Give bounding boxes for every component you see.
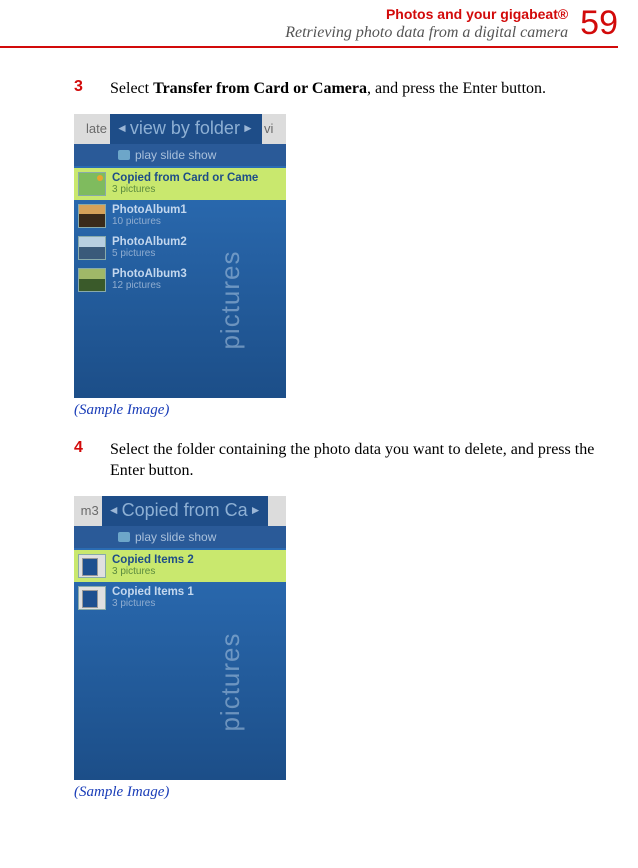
folder-title: Copied Items 2 <box>112 554 194 566</box>
ss1-body: Copied from Card or Came 3 pictures Phot… <box>74 166 286 398</box>
step-instruction: Select Transfer from Card or Camera, and… <box>110 78 546 100</box>
folder-title: PhotoAlbum1 <box>112 204 187 216</box>
thumbnail-icon <box>78 236 106 260</box>
list-item: Copied Items 1 3 pictures <box>74 582 286 614</box>
folder-title: Copied Items 1 <box>112 586 194 598</box>
step-number: 4 <box>74 439 86 457</box>
list-item: PhotoAlbum3 12 pictures <box>74 264 286 296</box>
page-content: 3 Select Transfer from Card or Camera, a… <box>0 54 638 801</box>
step-text-prefix: Select <box>110 80 153 97</box>
chevron-right-icon: ► <box>240 121 256 136</box>
ss1-subtitle: play slide show <box>135 148 216 162</box>
thumbnail-icon <box>78 268 106 292</box>
thumbnail-icon <box>78 554 106 578</box>
caption-1: (Sample Image) <box>74 402 618 419</box>
step-text-bold: Transfer from Card or Camera <box>153 80 367 97</box>
chevron-right-icon: ► <box>248 503 264 518</box>
ss2-body: Copied Items 2 3 pictures Copied Items 1… <box>74 548 286 780</box>
folder-count: 5 pictures <box>112 248 187 259</box>
sample-image-2: m3 ◄ Copied from Ca ► play slide show Co… <box>74 496 286 780</box>
folder-title: Copied from Card or Came <box>112 172 258 184</box>
list-item: PhotoAlbum1 10 pictures <box>74 200 286 232</box>
step-number: 3 <box>74 78 86 96</box>
sample-image-1: late ◄ view by folder ► vi play slide sh… <box>74 114 286 398</box>
folder-title: PhotoAlbum2 <box>112 236 187 248</box>
ss1-left-tab: late <box>74 114 110 144</box>
ss1-subtitle-bar: play slide show <box>74 144 286 166</box>
ss1-right-tab: vi <box>262 114 286 144</box>
side-label: pictures <box>215 633 246 732</box>
header-rule <box>0 46 618 48</box>
list-item: PhotoAlbum2 5 pictures <box>74 232 286 264</box>
thumbnail-icon <box>78 586 106 610</box>
ss2-left-tab: m3 <box>74 496 102 526</box>
ss1-title: view by folder <box>130 118 240 139</box>
ss2-subtitle-bar: play slide show <box>74 526 286 548</box>
step-text-prefix: Select the folder containing the photo d… <box>110 441 594 480</box>
list-item: Copied from Card or Came 3 pictures <box>74 168 286 200</box>
page-number: 59 <box>580 6 618 40</box>
section-title: Retrieving photo data from a digital cam… <box>285 24 568 42</box>
caption-2: (Sample Image) <box>74 784 618 801</box>
thumbnail-icon <box>78 204 106 228</box>
step-4: 4 Select the folder containing the photo… <box>74 439 618 482</box>
step-3: 3 Select Transfer from Card or Camera, a… <box>74 78 618 100</box>
ss2-right-tab <box>268 496 286 526</box>
play-icon <box>118 150 130 160</box>
thumbnail-icon <box>78 172 106 196</box>
play-icon <box>118 532 130 542</box>
folder-count: 10 pictures <box>112 216 187 227</box>
folder-count: 3 pictures <box>112 184 258 195</box>
folder-title: PhotoAlbum3 <box>112 268 187 280</box>
ss2-subtitle: play slide show <box>135 530 216 544</box>
chevron-left-icon: ◄ <box>106 503 122 518</box>
folder-count: 3 pictures <box>112 598 194 609</box>
chapter-title: Photos and your gigabeat® <box>285 6 568 22</box>
folder-count: 3 pictures <box>112 566 194 577</box>
list-item: Copied Items 2 3 pictures <box>74 550 286 582</box>
page-header: Photos and your gigabeat® Retrieving pho… <box>0 0 638 54</box>
step-instruction: Select the folder containing the photo d… <box>110 439 618 482</box>
ss2-title: Copied from Ca <box>122 500 248 521</box>
step-text-suffix: , and press the Enter button. <box>367 80 546 97</box>
folder-count: 12 pictures <box>112 280 187 291</box>
chevron-left-icon: ◄ <box>114 121 130 136</box>
